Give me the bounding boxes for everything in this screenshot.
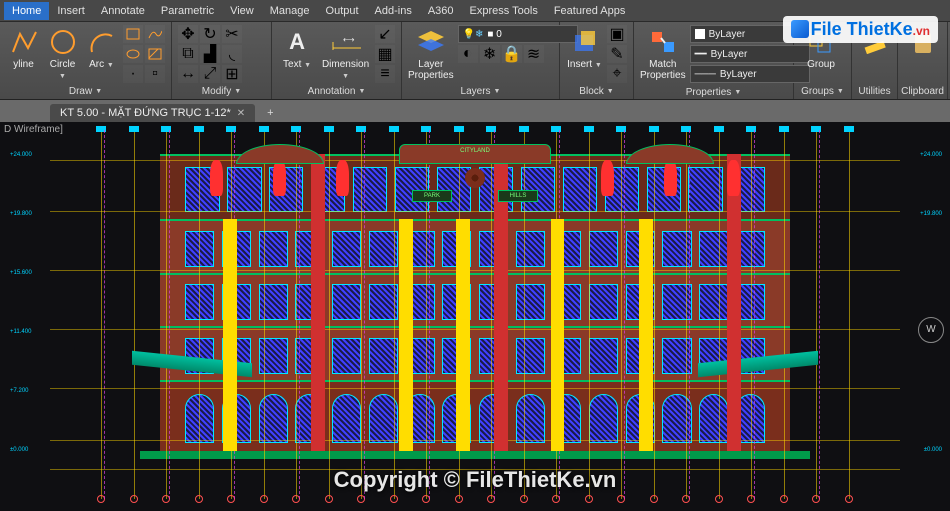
dimension-icon: ⟷: [331, 27, 361, 57]
match-properties-button[interactable]: Match Properties: [640, 25, 686, 81]
match-prop-icon: [648, 27, 678, 57]
document-tab-label: KT 5.00 - MẶT ĐỨNG TRỤC 1-12*: [60, 107, 231, 119]
clock-icon: [465, 168, 485, 188]
point-icon[interactable]: ·: [123, 65, 143, 83]
arc-button[interactable]: Arc ▼: [84, 25, 119, 70]
polyline-icon: [9, 27, 39, 57]
menu-a360[interactable]: A360: [420, 2, 462, 20]
watermark-copyright: Copyright © FileThietKe.vn: [334, 467, 617, 493]
ground-line: [140, 451, 810, 459]
menu-manage[interactable]: Manage: [262, 2, 318, 20]
menu-output[interactable]: Output: [318, 2, 367, 20]
pediment-right: [626, 144, 714, 164]
polyline-button[interactable]: yline: [6, 25, 41, 70]
plaque-right: HILLS: [498, 190, 538, 202]
dimension-button[interactable]: ⟷ Dimension ▼: [320, 25, 371, 81]
floor-4: [160, 219, 790, 272]
panel-title-layers: Layers ▼: [408, 84, 553, 99]
menu-view[interactable]: View: [222, 2, 262, 20]
layer-off-icon[interactable]: ◐: [458, 45, 478, 63]
panel-title-util: Utilities: [858, 84, 891, 99]
modify-tools: ✥ ↻ ✂ ⧉ ▟ ◟ ↔ ⤢ ⊞: [178, 25, 242, 83]
menu-featured[interactable]: Featured Apps: [546, 2, 634, 20]
close-icon[interactable]: ✕: [237, 108, 245, 119]
new-tab-button[interactable]: +: [259, 104, 281, 122]
building-elevation: CITYLAND PARK HILLS: [160, 154, 790, 451]
panel-layers: Layer Properties 💡 ❄ ■ 0 ◐ ❄ 🔒 ≋ Layers …: [402, 22, 560, 99]
draw-small-tools: · ▫: [123, 25, 165, 83]
spline-icon[interactable]: [145, 25, 165, 43]
layer-lock-icon[interactable]: 🔒: [502, 45, 522, 63]
layer-properties-button[interactable]: Layer Properties: [408, 25, 454, 81]
panel-title-draw: Draw ▼: [6, 84, 165, 99]
fillet-icon[interactable]: ◟: [222, 45, 242, 63]
linetype-dropdown[interactable]: ─── ByLayer: [690, 65, 810, 83]
pediment-center: CITYLAND: [399, 144, 550, 164]
circle-button[interactable]: Circle ▼: [45, 25, 80, 81]
attr-icon[interactable]: ⌖: [607, 65, 627, 83]
table-icon[interactable]: ▦: [375, 45, 395, 63]
panel-title-annot: Annotation ▼: [278, 84, 395, 99]
panel-title-modify: Modify ▼: [178, 84, 265, 99]
floor-2: [160, 326, 790, 379]
rect-icon[interactable]: [123, 25, 143, 43]
move-icon[interactable]: ✥: [178, 25, 198, 43]
plaque-left: PARK: [412, 190, 452, 202]
watermark-logo: File ThietKe.vn: [783, 16, 938, 43]
drawing-canvas[interactable]: D Wireframe] W +24.000 +19.800 +15.600 +…: [0, 122, 950, 511]
menu-addins[interactable]: Add-ins: [367, 2, 420, 20]
menu-parametric[interactable]: Parametric: [153, 2, 222, 20]
lineweight-dropdown[interactable]: ━━ ByLayer: [690, 45, 810, 63]
menu-insert[interactable]: Insert: [49, 2, 93, 20]
document-tab[interactable]: KT 5.00 - MẶT ĐỨNG TRỤC 1-12* ✕: [50, 104, 255, 122]
menu-annotate[interactable]: Annotate: [93, 2, 153, 20]
panel-block: Insert ▼ ▣ ✎ ⌖ Block ▼: [560, 22, 634, 99]
panel-title-groups: Groups ▼: [800, 84, 845, 99]
leader-icon[interactable]: ↙: [375, 25, 395, 43]
chevron-down-icon: ▼: [107, 62, 114, 69]
array-icon[interactable]: ⊞: [222, 65, 242, 83]
stretch-icon[interactable]: ↔: [178, 65, 198, 83]
trim-icon[interactable]: ✂: [222, 25, 242, 43]
menu-express[interactable]: Express Tools: [462, 2, 546, 20]
viewcube[interactable]: W: [918, 317, 944, 343]
rotate-icon[interactable]: ↻: [200, 25, 220, 43]
chevron-down-icon: ▼: [59, 73, 66, 80]
copy-icon[interactable]: ⧉: [178, 45, 198, 63]
text-button[interactable]: A Text ▼: [278, 25, 316, 70]
insert-block-icon: [570, 27, 600, 57]
hatch-icon[interactable]: [145, 45, 165, 63]
edit-block-icon[interactable]: ✎: [607, 45, 627, 63]
region-icon[interactable]: ▫: [145, 65, 165, 83]
panel-title-clip: Clipboard: [904, 84, 941, 99]
panel-modify: ✥ ↻ ✂ ⧉ ▟ ◟ ↔ ⤢ ⊞ Modify ▼: [172, 22, 272, 99]
mirror-icon[interactable]: ▟: [200, 45, 220, 63]
layer-match-icon[interactable]: ≋: [524, 45, 544, 63]
pediment-left: [236, 144, 324, 164]
arc-icon: [87, 27, 117, 57]
scale-icon[interactable]: ⤢: [200, 65, 220, 83]
panel-properties: Match Properties ByLayer ━━ ByLayer ─── …: [634, 22, 794, 99]
mtext-icon[interactable]: ≡: [375, 65, 395, 83]
circle-icon: [48, 27, 78, 57]
annot-small: ↙ ▦ ≡: [375, 25, 395, 83]
panel-annotation: A Text ▼ ⟷ Dimension ▼ ↙ ▦ ≡ Annotation …: [272, 22, 402, 99]
panel-title-prop: Properties ▼: [640, 85, 787, 100]
menu-home[interactable]: Home: [4, 2, 49, 20]
insert-button[interactable]: Insert ▼: [566, 25, 603, 70]
text-icon: A: [282, 27, 312, 57]
create-block-icon[interactable]: ▣: [607, 25, 627, 43]
panel-draw: yline Circle ▼ Arc ▼ · ▫ Draw ▼: [0, 22, 172, 99]
svg-text:⟷: ⟷: [343, 35, 355, 44]
layer-freeze-icon[interactable]: ❄: [480, 45, 500, 63]
layers-icon: [416, 27, 446, 57]
cad-drawing: +24.000 +19.800 +15.600 +11.400 +7.200 ±…: [50, 130, 900, 499]
ellipse-icon[interactable]: [123, 45, 143, 63]
panel-title-block: Block ▼: [566, 84, 627, 99]
logo-cube-icon: [791, 20, 809, 38]
floor-3: [160, 273, 790, 326]
document-tab-strip: KT 5.00 - MẶT ĐỨNG TRỤC 1-12* ✕ +: [0, 100, 950, 122]
